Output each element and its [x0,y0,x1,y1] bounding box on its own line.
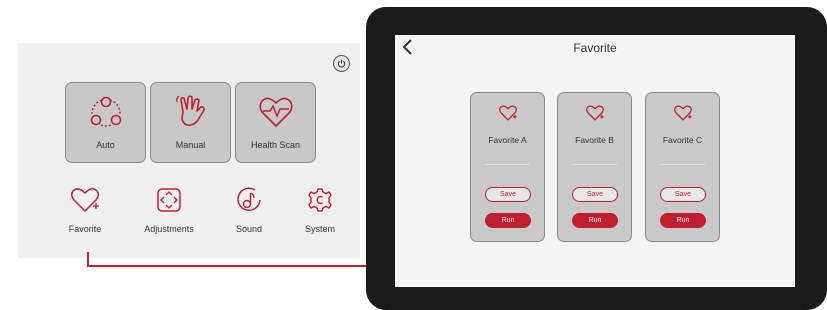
favorite-name: Favorite A [488,135,527,145]
save-button[interactable]: Save [572,187,618,202]
favorite-name: Favorite B [575,135,614,145]
run-button[interactable]: Run [485,213,531,228]
favorite-screen: Favorite Favorite A Save Run Favorite B … [395,35,795,287]
heart-plus-icon [673,105,692,121]
heart-plus-icon [498,105,517,121]
run-button[interactable]: Run [572,213,618,228]
divider [572,164,617,165]
favorite-card: Favorite B Save Run [557,92,632,242]
run-button[interactable]: Run [660,213,706,228]
heart-plus-icon [585,105,604,121]
favorite-card: Favorite C Save Run [645,92,720,242]
favorite-card: Favorite A Save Run [470,92,545,242]
favorite-name: Favorite C [662,135,703,145]
divider [485,164,530,165]
divider [660,164,705,165]
page-title: Favorite [573,41,617,55]
save-button[interactable]: Save [660,187,706,202]
save-button[interactable]: Save [485,187,531,202]
